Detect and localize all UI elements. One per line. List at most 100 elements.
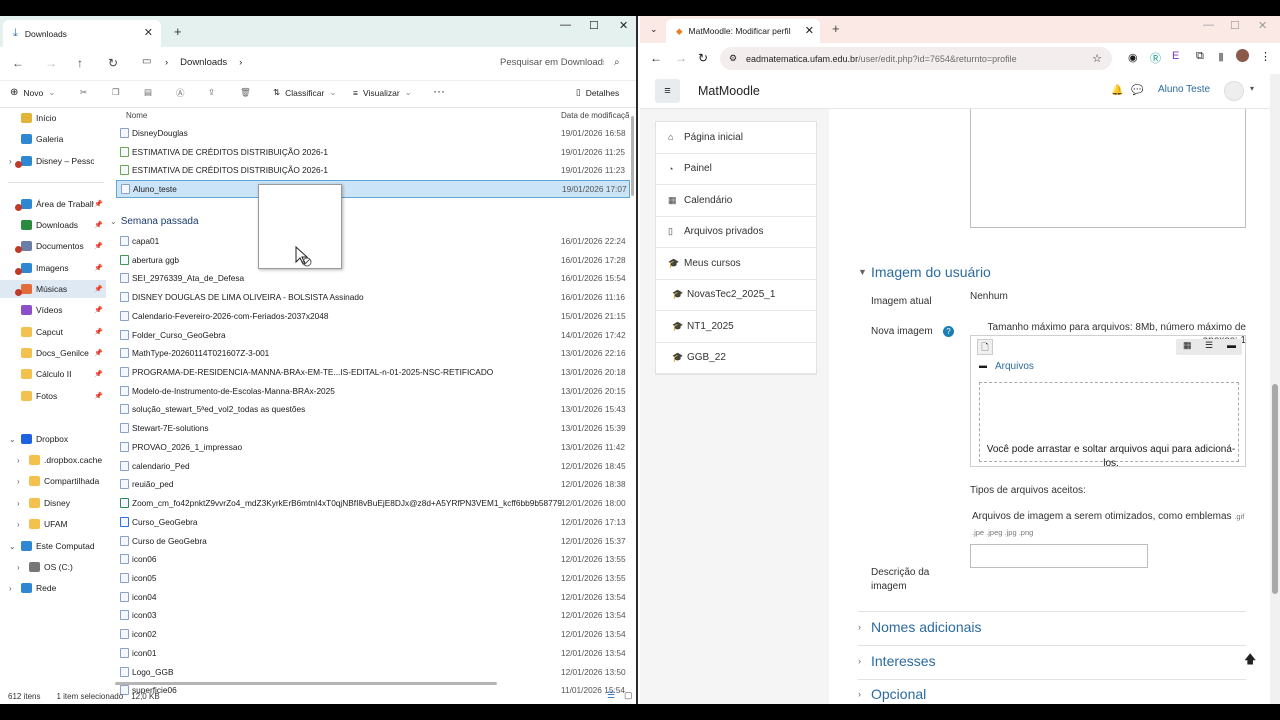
description-textarea[interactable] <box>970 109 1246 228</box>
back-icon[interactable]: ← <box>12 56 24 70</box>
file-row[interactable]: icon05 12/01/2026 13:55 <box>116 569 630 587</box>
extensions-puzzle-icon[interactable]: ⧉ <box>1196 50 1204 63</box>
group-header[interactable]: ⌄ Semana passada <box>110 216 199 227</box>
close-tab-icon[interactable]: ✕ <box>805 24 814 37</box>
page-scrollbar[interactable] <box>1270 74 1280 704</box>
expand-caret-icon[interactable]: › <box>858 689 861 699</box>
vertical-scrollbar[interactable] <box>631 116 634 196</box>
scrollbar-thumb[interactable] <box>1272 384 1278 594</box>
file-row[interactable]: Aluno_teste 19/01/2026 17:07 <box>116 180 630 199</box>
date-column-header[interactable]: Data de modificação <box>561 111 629 120</box>
browser-tab[interactable]: ◆ MatMoodle: Modificar perfil ✕ <box>666 19 820 43</box>
close-tab-icon[interactable]: ✕ <box>144 26 153 39</box>
file-row[interactable]: Calendario-Fevereiro-2026-com-Feriados-2… <box>116 307 630 325</box>
files-folder-link[interactable]: Arquivos <box>995 361 1034 372</box>
minimize-icon[interactable]: — <box>560 19 571 31</box>
sort-button[interactable]: ⇅ Classificar ⌄ <box>273 87 336 98</box>
file-row[interactable]: Stewart-7E-solutions 13/01/2026 15:39 <box>116 419 630 437</box>
nav-item-este-computador[interactable]: ⌄ Este Computador <box>0 537 106 555</box>
breadcrumb-downloads[interactable]: Downloads <box>180 57 227 68</box>
moodle-nav-item[interactable]: ▦ Calendário <box>656 185 816 217</box>
nav-item-disney-pessoal[interactable]: › Disney – Pessoal <box>0 152 106 170</box>
chevron-right-icon[interactable]: › <box>17 477 20 486</box>
new-tab-icon[interactable]: + <box>832 21 840 36</box>
extension-e-icon[interactable]: E <box>1172 50 1179 62</box>
chevron-right-icon[interactable]: › <box>9 584 12 593</box>
file-row[interactable]: capa01 16/01/2026 22:24 <box>116 232 630 250</box>
add-file-icon[interactable]: 🗋 <box>977 339 993 355</box>
new-button[interactable]: ⊕ Novo ⌄ <box>10 87 55 98</box>
file-row[interactable]: Curso de GeoGebra 12/01/2026 15:37 <box>116 532 630 550</box>
share-icon[interactable]: ⇪ <box>208 87 215 98</box>
close-window-icon[interactable]: ✕ <box>1258 19 1267 32</box>
refresh-icon[interactable]: ↻ <box>108 56 118 70</box>
file-row[interactable]: calendario_Ped 12/01/2026 18:45 <box>116 457 630 475</box>
forward-icon[interactable]: → <box>45 56 57 70</box>
file-row[interactable]: DisneyDouglas 19/01/2026 16:58 <box>116 124 630 142</box>
image-description-input[interactable] <box>970 544 1148 568</box>
file-row[interactable]: ESTIMATIVA DE CRÉDITOS DISTRIBUIÇÃO 2026… <box>116 161 630 179</box>
file-row[interactable]: icon03 12/01/2026 13:54 <box>116 606 630 624</box>
nav-item-compartilhada[interactable]: › Compartilhada <box>0 472 106 490</box>
search-input[interactable]: Pesquisar em Downloads <box>500 57 604 68</box>
bookmark-star-icon[interactable]: ☆ <box>1092 52 1102 65</box>
file-row[interactable]: MathType-20260114T021607Z-3-001 13/01/202… <box>116 344 630 362</box>
nav-item-músicas[interactable]: Músicas 📌 <box>0 280 106 298</box>
reload-icon[interactable]: ↻ <box>698 51 708 65</box>
address-bar[interactable]: ⚙ eadmatematica.ufam.edu.br /user/edit.p… <box>720 47 1112 70</box>
nav-item-docs-genilce[interactable]: Docs_Genilce 📌 <box>0 344 106 362</box>
profile-avatar[interactable] <box>1236 49 1249 62</box>
file-row[interactable]: icon04 12/01/2026 13:54 <box>116 588 630 606</box>
nav-item-os-c-[interactable]: › OS (C:) <box>0 558 106 576</box>
nav-item-início[interactable]: Início <box>0 109 106 127</box>
close-window-icon[interactable]: ✕ <box>619 19 628 32</box>
sidebar-icon[interactable]: ▮ <box>1218 50 1224 63</box>
file-row[interactable]: DISNEY DOUGLAS DE LIMA OLIVEIRA - BOLSIS… <box>116 288 630 306</box>
file-row[interactable]: Logo_GGB 12/01/2026 13:50 <box>116 663 630 681</box>
paste-icon[interactable]: ▤ <box>144 87 152 98</box>
chevron-right-icon[interactable]: › <box>17 499 20 508</box>
moodle-nav-item[interactable]: 🎓 GGB_22 <box>656 343 816 374</box>
tiles-view-icon[interactable]: ▢ <box>624 690 633 701</box>
moodle-nav-item[interactable]: 🎓 NT1_2025 <box>656 311 816 343</box>
up-icon[interactable]: ↑ <box>77 56 83 70</box>
nav-item--dropbox-cache[interactable]: › .dropbox.cache <box>0 451 106 469</box>
file-row[interactable]: PROVAO_2026_1_impressao 13/01/2026 11:42 <box>116 438 630 456</box>
file-row[interactable]: icon01 12/01/2026 13:54 <box>116 644 630 662</box>
name-column-header[interactable]: Nome <box>126 111 147 120</box>
horizontal-scrollbar[interactable] <box>115 682 497 685</box>
tab-search-icon[interactable]: ⌄ <box>650 24 658 35</box>
chevron-down-icon[interactable]: ⌄ <box>9 542 16 551</box>
maximize-icon[interactable]: ☐ <box>589 19 599 32</box>
drawer-toggle-icon[interactable]: ≡ <box>655 79 680 103</box>
file-row[interactable]: reuião_ped 12/01/2026 18:38 <box>116 475 630 493</box>
chevron-right-icon[interactable]: › <box>17 563 20 572</box>
section-user-image[interactable]: Imagem do usuário <box>871 264 991 280</box>
rename-icon[interactable]: Ⓐ <box>176 87 185 99</box>
site-name[interactable]: MatMoodle <box>698 84 760 98</box>
explorer-tab[interactable]: ⤓ Downloads ✕ <box>3 20 161 47</box>
new-tab-icon[interactable]: + <box>174 24 182 39</box>
folder-view-icon[interactable]: ▬ <box>1227 340 1236 350</box>
nav-item-dropbox[interactable]: ⌄ Dropbox <box>0 430 106 448</box>
nav-item-cálculo-ii[interactable]: Cálculo II 📌 <box>0 365 106 383</box>
file-row[interactable]: SEI_2976339_Ata_de_Defesa 16/01/2026 15:5… <box>116 269 630 287</box>
nav-item-imagens[interactable]: Imagens 📌 <box>0 259 106 277</box>
nav-item-documentos[interactable]: Documentos 📌 <box>0 237 106 255</box>
chevron-right-icon[interactable]: › <box>9 157 12 166</box>
moodle-nav-item[interactable]: ⌂ Página inicial <box>656 122 816 154</box>
site-info-icon[interactable]: ⚙ <box>729 53 737 64</box>
details-view-icon[interactable]: ☰ <box>607 690 615 701</box>
expand-caret-icon[interactable]: › <box>858 656 861 666</box>
user-menu-caret-icon[interactable]: ▾ <box>1250 84 1254 93</box>
chevron-right-icon[interactable]: › <box>17 520 20 529</box>
user-avatar[interactable] <box>1224 81 1244 101</box>
chevron-down-icon[interactable]: ⌄ <box>9 435 16 444</box>
nav-item-ufam[interactable]: › UFAM <box>0 515 106 533</box>
delete-icon[interactable]: 🗑 <box>240 87 251 98</box>
minimize-icon[interactable]: — <box>1203 19 1214 31</box>
nav-item-downloads[interactable]: Downloads 📌 <box>0 216 106 234</box>
grid-view-icon[interactable]: ▦ <box>1183 340 1192 351</box>
file-row[interactable]: PROGRAMA-DE-RESIDENCIA-MANNA-BRAx-EM-TE.… <box>116 363 630 381</box>
file-row[interactable]: Folder_Curso_GeoGebra 14/01/2026 17:42 <box>116 326 630 344</box>
